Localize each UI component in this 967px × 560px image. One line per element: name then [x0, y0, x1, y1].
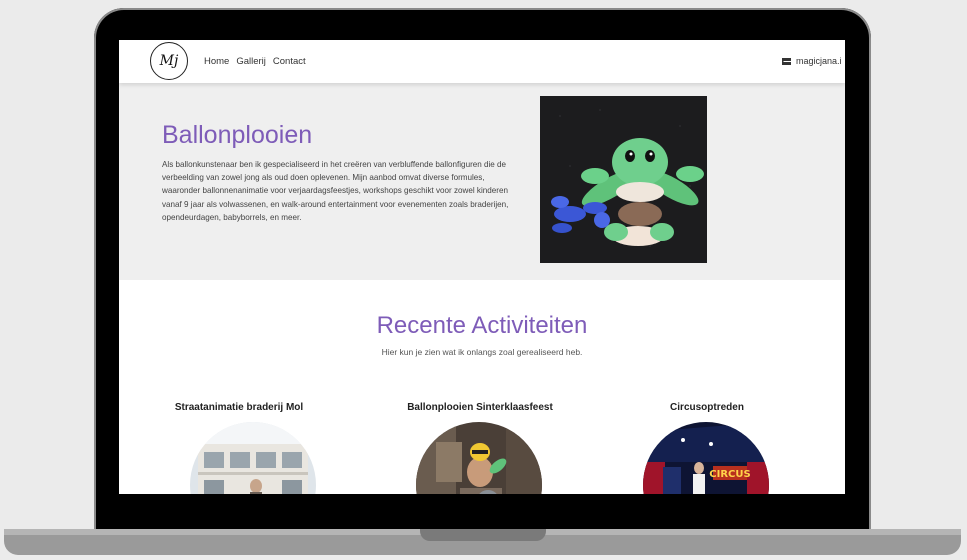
hero-title: Ballonplooien — [162, 121, 313, 149]
nav-gallerij-link[interactable]: Gallerij — [236, 56, 266, 67]
navbar: Mj Home Gallerij Contact magicjana.i — [119, 40, 845, 83]
hero-section: Ballonplooien Als ballonkunstenaar ben i… — [119, 83, 845, 280]
logo-text: Mj — [159, 53, 179, 69]
activities-title: Recente Activiteiten — [376, 312, 588, 339]
nav-contact-link[interactable]: Contact — [273, 56, 306, 67]
nav-home-link[interactable]: Home — [204, 56, 229, 67]
card-image-circus[interactable]: CIRCUS — [643, 422, 769, 494]
card-title-sinterklaas[interactable]: Ballonplooien Sinterklaasfeest — [390, 402, 570, 413]
balloon-figure-image — [540, 96, 707, 263]
card-title-circus[interactable]: Circusoptreden — [617, 402, 797, 413]
card-image-sinterklaas[interactable] — [416, 422, 542, 494]
nav-email-link[interactable]: magicjana.i — [782, 56, 842, 66]
envelope-icon — [782, 57, 791, 65]
logo[interactable]: Mj — [150, 42, 188, 80]
laptop-notch — [420, 529, 546, 541]
hero-description: Als ballonkunstenaar ben ik gespecialise… — [162, 160, 509, 222]
email-text: magicjana.i — [796, 56, 842, 66]
activities-subtitle: Hier kun je zien wat ik onlangs zoal ger… — [381, 347, 583, 357]
card-image-straatanimatie[interactable] — [190, 422, 316, 494]
website-screen: Mj Home Gallerij Contact magicjana.i Bal… — [119, 40, 845, 494]
card-title-straatanimatie[interactable]: Straatanimatie braderij Mol — [149, 402, 329, 413]
circus-sign-text: CIRCUS — [709, 469, 750, 480]
nav-links: Home Gallerij Contact — [204, 56, 306, 67]
